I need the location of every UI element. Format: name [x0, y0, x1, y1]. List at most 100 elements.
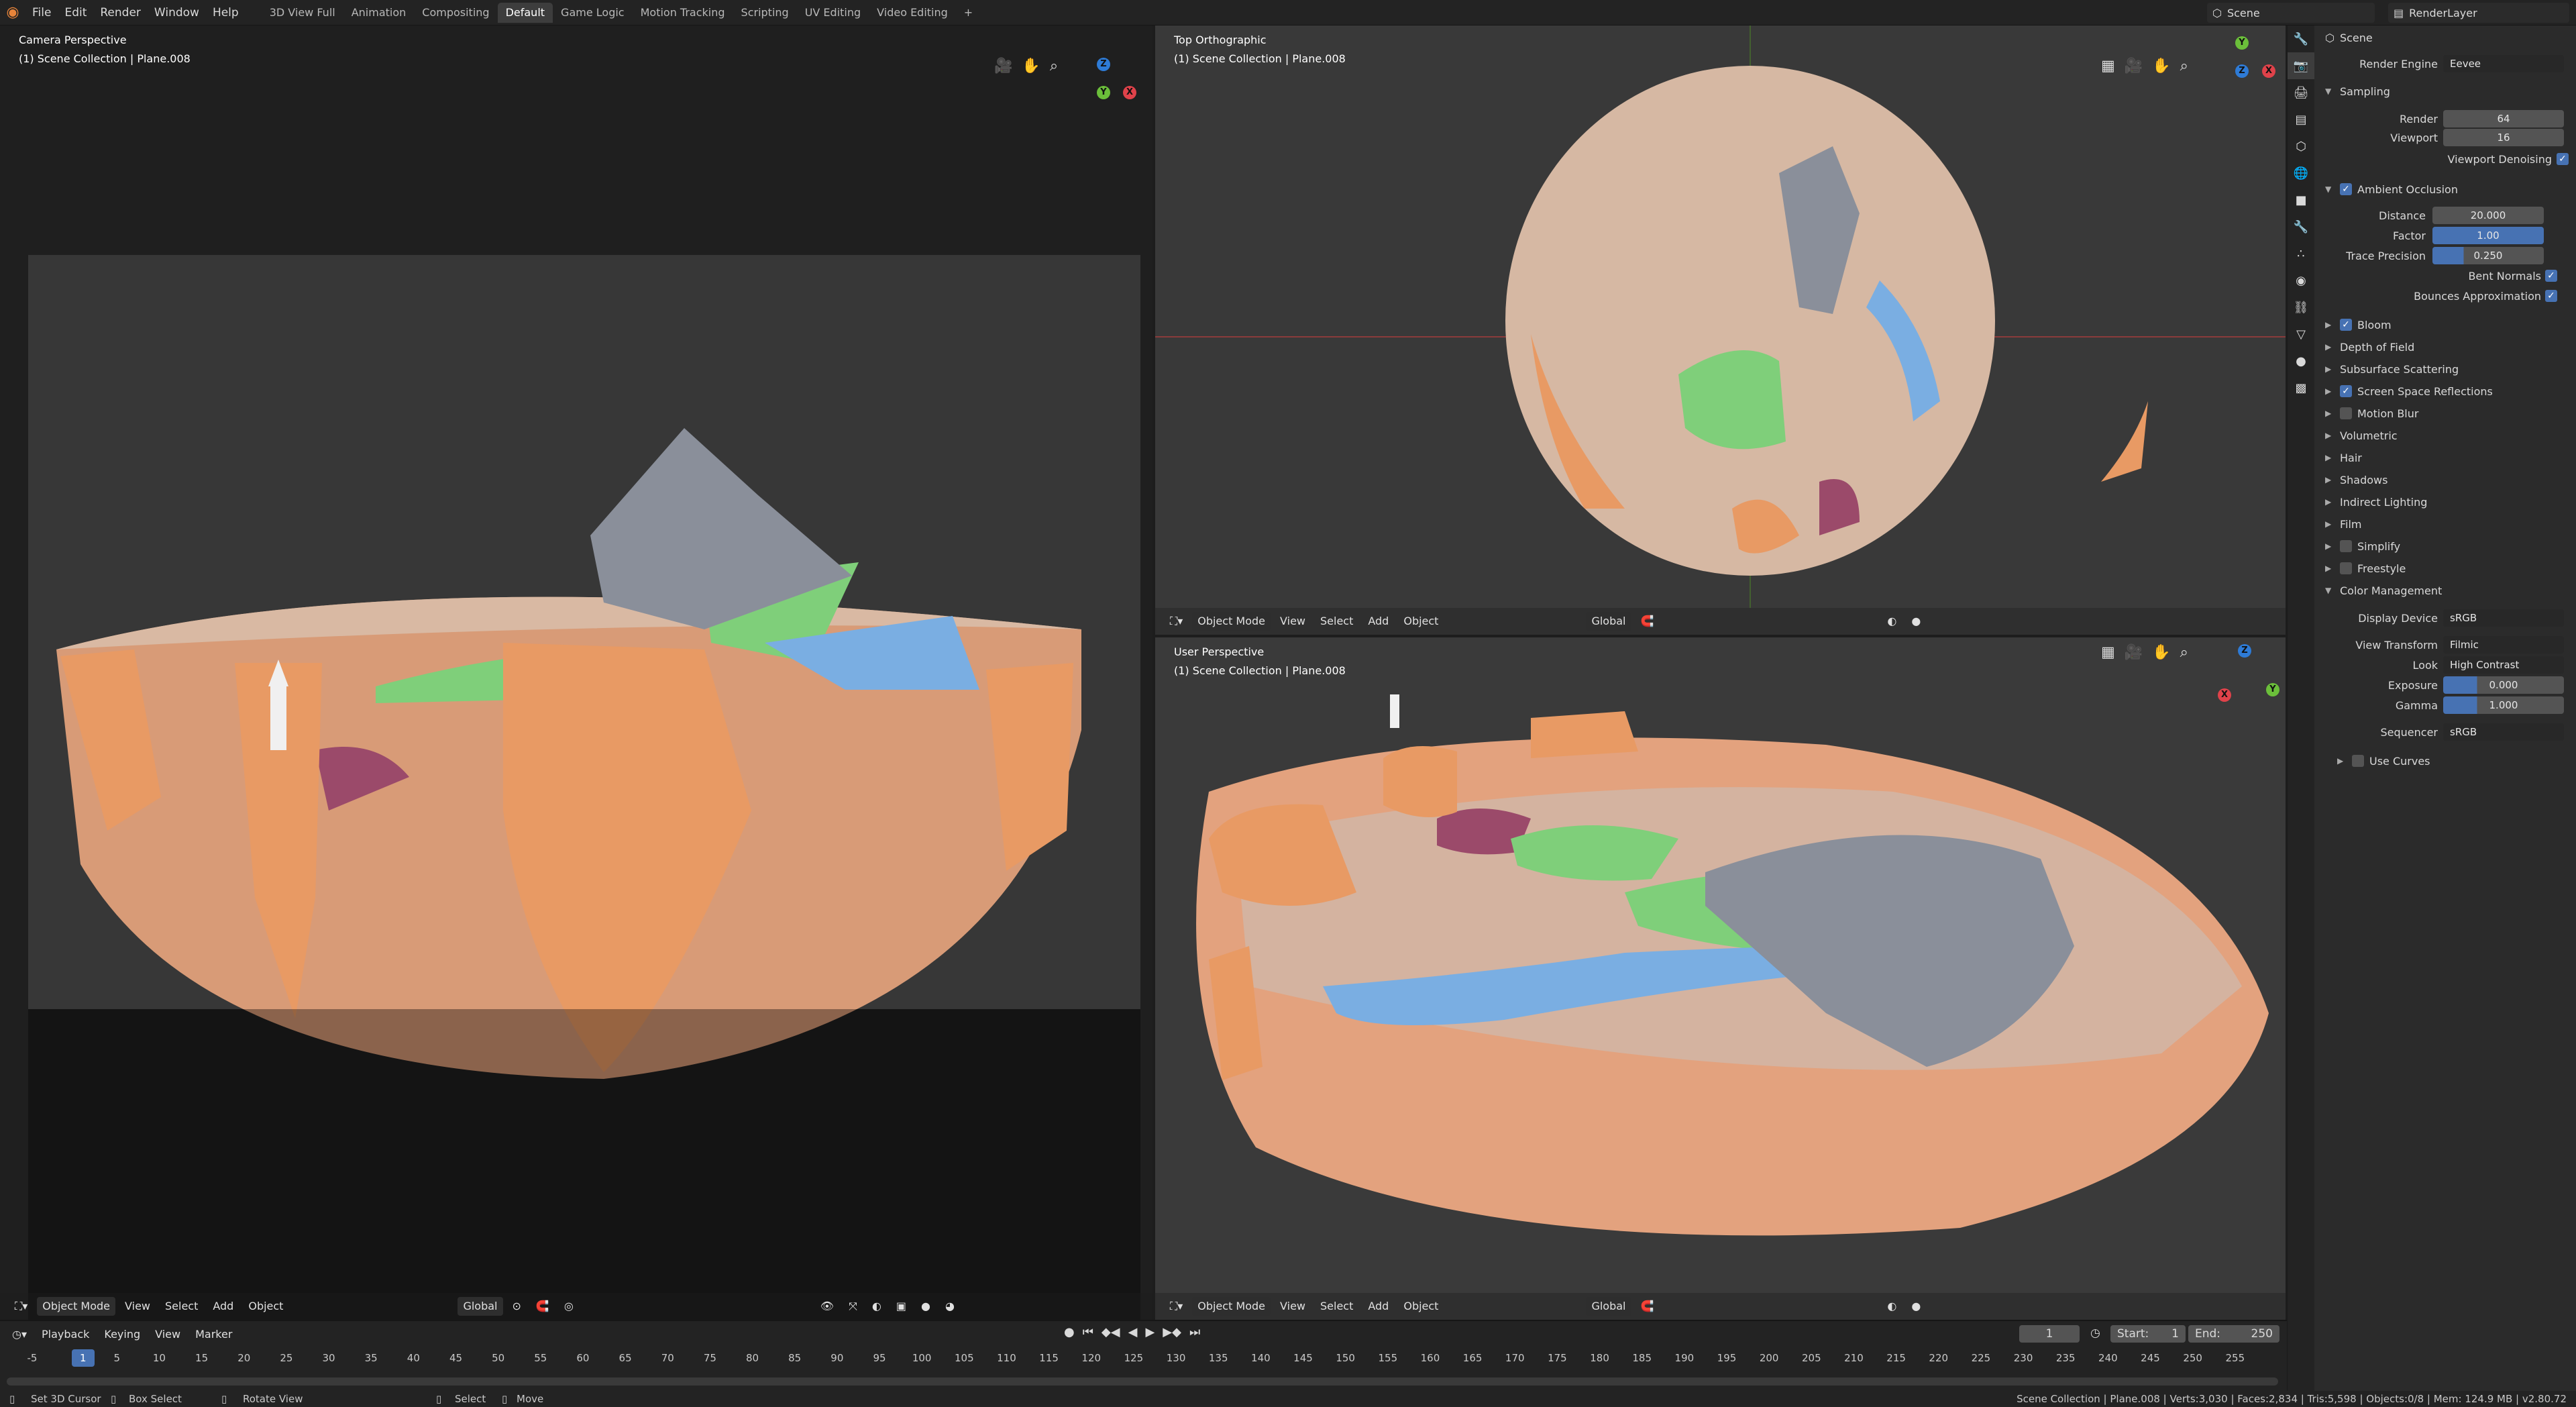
sequencer-dropdown[interactable]: sRGB: [2443, 723, 2564, 741]
axis-gizmo[interactable]: Z Y X: [2208, 644, 2282, 718]
tab-default[interactable]: Default: [497, 2, 553, 23]
gizmo-x-icon[interactable]: X: [1123, 86, 1136, 99]
freestyle-checkbox[interactable]: [2340, 562, 2352, 574]
gizmo-x-icon[interactable]: X: [2218, 688, 2231, 702]
axis-gizmo[interactable]: Y Z X: [2208, 34, 2282, 107]
tab-video-editing[interactable]: Video Editing: [869, 3, 956, 23]
camera-view-icon[interactable]: 🎥: [2125, 644, 2143, 661]
world-tab-icon[interactable]: 🌐: [2288, 160, 2314, 187]
menu-edit[interactable]: Edit: [58, 3, 93, 23]
pan-hand-icon[interactable]: ✋: [2152, 58, 2170, 74]
section-film[interactable]: ▶ Film: [2317, 513, 2575, 535]
scene-tab-icon[interactable]: ⬡: [2288, 133, 2314, 160]
object-mode-dropdown[interactable]: Object Mode: [1192, 612, 1271, 631]
motion-blur-checkbox[interactable]: [2340, 407, 2352, 419]
snap-icon[interactable]: 🧲: [1635, 1297, 1660, 1316]
gamma-slider[interactable]: 1.000: [2443, 696, 2564, 714]
exposure-slider[interactable]: 0.000: [2443, 676, 2564, 694]
particles-tab-icon[interactable]: ∴: [2288, 240, 2314, 267]
snap-icon[interactable]: 🧲: [1635, 612, 1660, 631]
add-menu[interactable]: Add: [1362, 1297, 1394, 1316]
section-simplify[interactable]: ▶ Simplify: [2317, 535, 2575, 557]
render-samples-field[interactable]: 64: [2443, 110, 2564, 127]
gizmo-y-icon[interactable]: Y: [1097, 86, 1110, 99]
data-tab-icon[interactable]: ▽: [2288, 321, 2314, 348]
tab-uv-editing[interactable]: UV Editing: [797, 3, 869, 23]
texture-tab-icon[interactable]: ▩: [2288, 374, 2314, 401]
select-menu[interactable]: Select: [160, 1297, 203, 1316]
render-layer-selector[interactable]: ▤ RenderLayer: [2388, 3, 2569, 23]
object-tab-icon[interactable]: ■: [2288, 187, 2314, 213]
shading-material-icon[interactable]: ◕: [940, 1297, 960, 1316]
tab-animation[interactable]: Animation: [343, 3, 415, 23]
view-transform-dropdown[interactable]: Filmic: [2443, 636, 2564, 654]
menu-file[interactable]: File: [25, 3, 58, 23]
distance-field[interactable]: 20.000: [2432, 207, 2544, 224]
shading-solid-icon[interactable]: ●: [1906, 612, 1926, 631]
trace-precision-slider[interactable]: 0.250: [2432, 247, 2544, 264]
proportional-edit-icon[interactable]: ◎: [559, 1297, 579, 1316]
menu-help[interactable]: Help: [206, 3, 246, 23]
pan-hand-icon[interactable]: ✋: [1022, 58, 1040, 74]
pivot-icon[interactable]: ⊙: [507, 1297, 527, 1316]
select-menu[interactable]: Select: [1315, 612, 1358, 631]
zoom-icon[interactable]: ⌕: [1050, 58, 1058, 74]
overlay-icon[interactable]: ◐: [1882, 1297, 1902, 1316]
object-mode-dropdown[interactable]: Object Mode: [1192, 1297, 1271, 1316]
section-depth-of-field[interactable]: ▶ Depth of Field: [2317, 336, 2575, 358]
add-menu[interactable]: Add: [1362, 612, 1394, 631]
visibility-icon[interactable]: 👁: [815, 1297, 839, 1316]
camera-view-icon[interactable]: 🎥: [994, 58, 1012, 74]
menu-window[interactable]: Window: [148, 3, 206, 23]
display-device-dropdown[interactable]: sRGB: [2443, 609, 2564, 627]
viewport-top[interactable]: Top Orthographic (1) Scene Collection | …: [1155, 25, 2286, 635]
view-menu[interactable]: View: [1275, 612, 1311, 631]
viewport-denoising-checkbox[interactable]: ✓: [2557, 153, 2569, 165]
transform-orientation-dropdown[interactable]: Global: [458, 1297, 503, 1316]
pan-hand-icon[interactable]: ✋: [2152, 644, 2170, 661]
bloom-checkbox[interactable]: ✓: [2340, 319, 2352, 331]
section-indirect-lighting[interactable]: ▶ Indirect Lighting: [2317, 491, 2575, 513]
object-mode-dropdown[interactable]: Object Mode: [37, 1297, 116, 1316]
tab-game-logic[interactable]: Game Logic: [553, 3, 633, 23]
tab-3d-view-full[interactable]: 3D View Full: [262, 3, 343, 23]
section-color-management[interactable]: ▼ Color Management: [2317, 580, 2575, 601]
gizmo-y-icon[interactable]: Y: [2266, 683, 2279, 696]
overlay-icon[interactable]: ◐: [1882, 612, 1902, 631]
camera-view-icon[interactable]: 🎥: [2125, 58, 2143, 74]
output-tab-icon[interactable]: 🖨: [2288, 79, 2314, 106]
viewport-camera[interactable]: Camera Perspective (1) Scene Collection …: [0, 25, 1152, 1320]
gizmo-x-icon[interactable]: X: [2262, 64, 2275, 78]
overlay-icon[interactable]: ◐: [867, 1297, 887, 1316]
shading-solid-icon[interactable]: ●: [916, 1297, 936, 1316]
ssr-checkbox[interactable]: ✓: [2340, 385, 2352, 397]
transform-orientation-dropdown[interactable]: Global: [1586, 612, 1631, 631]
grid-icon[interactable]: ▦: [2101, 644, 2115, 661]
modifier-tab-icon[interactable]: 🔧: [2288, 213, 2314, 240]
select-menu[interactable]: Select: [1315, 1297, 1358, 1316]
grid-icon[interactable]: ▦: [2101, 58, 2115, 74]
zoom-icon[interactable]: ⌕: [2180, 58, 2188, 74]
object-menu[interactable]: Object: [1398, 612, 1444, 631]
add-menu[interactable]: Add: [207, 1297, 239, 1316]
look-dropdown[interactable]: High Contrast: [2443, 656, 2564, 674]
view-menu[interactable]: View: [119, 1297, 156, 1316]
transform-orientation-dropdown[interactable]: Global: [1586, 1297, 1631, 1316]
tab-compositing[interactable]: Compositing: [414, 3, 497, 23]
ambient-occlusion-checkbox[interactable]: ✓: [2340, 183, 2352, 195]
factor-slider[interactable]: 1.00: [2432, 227, 2544, 244]
scene-selector[interactable]: ⬡ Scene: [2207, 3, 2375, 23]
bounces-checkbox[interactable]: ✓: [2545, 290, 2557, 302]
menu-render[interactable]: Render: [93, 3, 148, 23]
section-sampling[interactable]: ▼ Sampling: [2317, 81, 2575, 102]
section-shadows[interactable]: ▶ Shadows: [2317, 469, 2575, 490]
editor-type-icon[interactable]: ⛶▾: [9, 1297, 33, 1316]
timeline-scrollbar[interactable]: [7, 1377, 2278, 1386]
shading-solid-icon[interactable]: ●: [1906, 1297, 1926, 1316]
section-ambient-occlusion[interactable]: ▼ ✓ Ambient Occlusion: [2317, 178, 2575, 200]
gizmo-z-icon[interactable]: Z: [2235, 64, 2249, 78]
section-motion-blur[interactable]: ▶ Motion Blur: [2317, 403, 2575, 424]
section-bloom[interactable]: ▶ ✓ Bloom: [2317, 314, 2575, 335]
view-menu[interactable]: View: [1275, 1297, 1311, 1316]
viewport-samples-field[interactable]: 16: [2443, 129, 2564, 146]
